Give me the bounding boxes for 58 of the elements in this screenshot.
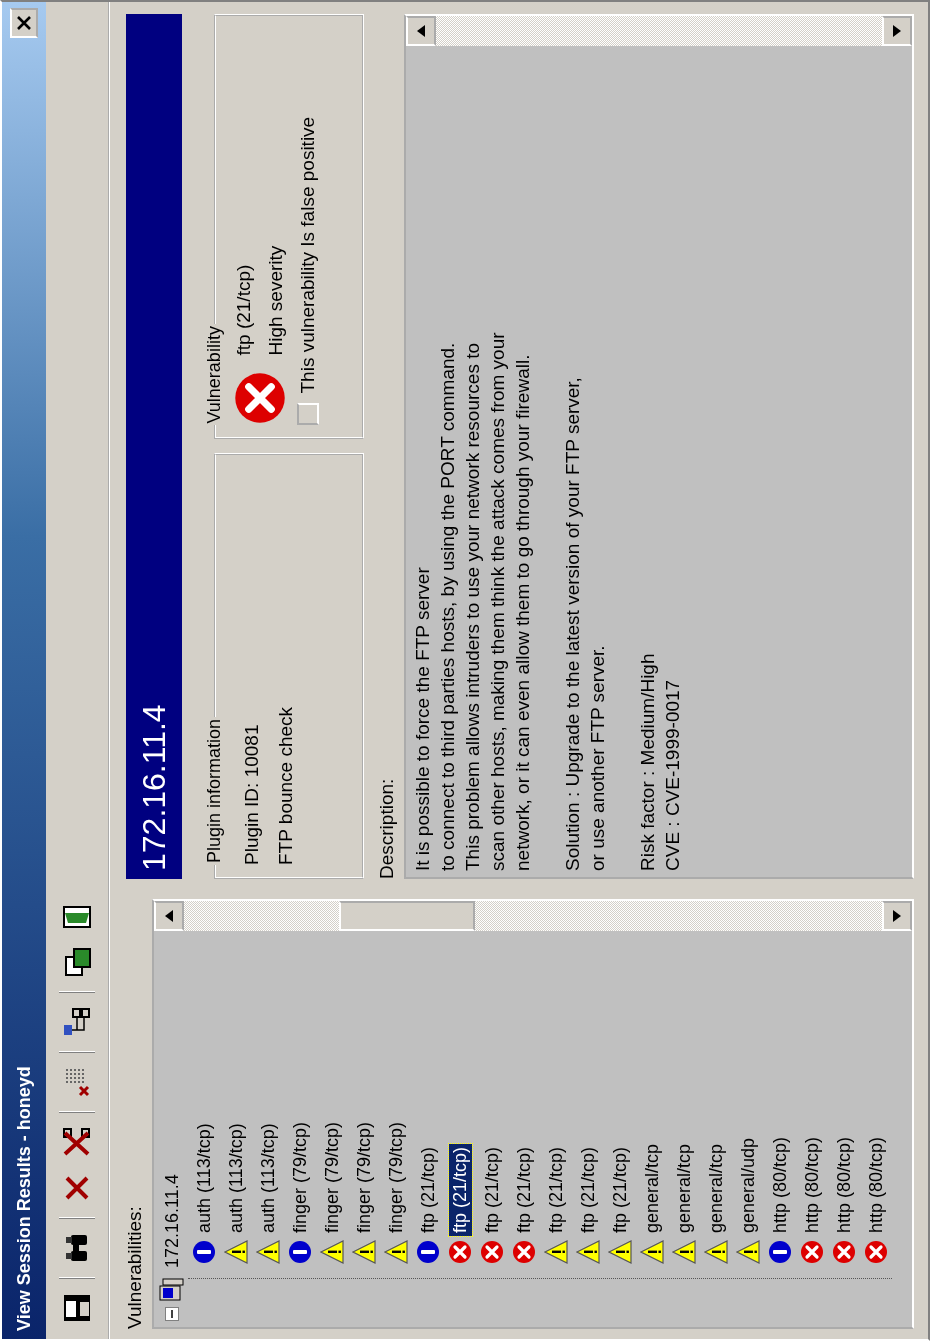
scroll-thumb[interactable] [339, 901, 475, 931]
network-icon [62, 1007, 92, 1037]
vulnerabilities-label: Vulnerabilities: [123, 1206, 146, 1329]
close-button[interactable] [10, 8, 38, 38]
tree-item[interactable]: ftp (21/tcp) [480, 1143, 504, 1236]
host-address: 172.16.11.4 [135, 704, 173, 871]
scroll-up-button[interactable] [155, 901, 184, 931]
tree-item[interactable]: auth (113/tcp) [192, 1120, 216, 1236]
tree-item[interactable]: http (80/tcp) [864, 1133, 888, 1236]
cross-icon [64, 1175, 90, 1201]
tree-item[interactable]: ftp (21/tcp) [544, 1143, 568, 1236]
scrollbar[interactable] [155, 901, 911, 931]
computer-icon [159, 1277, 185, 1301]
up-arrow-icon [417, 25, 425, 37]
tree-item[interactable]: general/tcp [672, 1140, 696, 1236]
tree-item[interactable]: finger (79/tcp) [384, 1118, 408, 1236]
floppy-icon [63, 1294, 91, 1322]
tree-item[interactable]: ftp (21/tcp) [608, 1143, 632, 1236]
scrollbar[interactable] [406, 17, 912, 46]
vulnerability-port: ftp (21/tcp) [233, 263, 255, 356]
plugin-name: FTP bounce check [275, 706, 297, 865]
down-arrow-icon [893, 25, 901, 37]
description-paragraph: It is possible to force the FTP server to connect to third parties hosts, by using the PORT command. This problem allows intruders to use your network resources to scan other hosts, making them think the attack comes from your network, or it can even allow them to go through your firewall. [411, 332, 534, 871]
scroll-up-button[interactable] [406, 17, 436, 46]
false-positive-label: This vulnerability Is false positive [297, 116, 319, 394]
tree-item[interactable]: ftp (21/tcp) [576, 1143, 600, 1236]
scroll-down-button[interactable] [882, 17, 912, 46]
tree-item[interactable]: general/udp [736, 1134, 760, 1236]
tree-item[interactable]: ftp (21/tcp) [512, 1143, 536, 1236]
severity-label: High severity [265, 245, 287, 356]
group-legend: Plugin information [204, 716, 225, 865]
scroll-down-button[interactable] [882, 901, 911, 931]
tree-item[interactable]: http (80/tcp) [768, 1133, 792, 1236]
plugin-id: Plugin ID: 10081 [241, 724, 263, 865]
binoculars-icon [65, 1233, 89, 1263]
tree-item[interactable]: general/tcp [640, 1140, 664, 1236]
window-title: View Session Results - honeyd [13, 1066, 35, 1331]
up-arrow-icon [165, 910, 173, 922]
host-item[interactable]: 172.16.11.4 [160, 1171, 184, 1271]
false-positive-checkbox[interactable] [297, 403, 319, 426]
tree-item[interactable]: ftp (21/tcp) [416, 1143, 440, 1236]
collapse-icon[interactable] [165, 1307, 179, 1321]
tree-item[interactable]: http (80/tcp) [800, 1133, 824, 1236]
tree-item[interactable]: finger (79/tcp) [288, 1118, 312, 1236]
network-cross-icon [62, 1127, 92, 1157]
close-icon [16, 15, 32, 31]
tree-item[interactable]: auth (113/tcp) [256, 1120, 280, 1236]
tree-item[interactable]: finger (79/tcp) [320, 1118, 344, 1236]
description-label: Description: [375, 778, 398, 879]
description-paragraph: Risk factor : Medium/High CVE : CVE-1999-0017 [636, 653, 684, 871]
tree-item[interactable]: general/tcp [704, 1140, 728, 1236]
group-legend: Vulnerability [204, 324, 225, 426]
tree-item[interactable]: http (80/tcp) [832, 1133, 856, 1236]
down-arrow-icon [893, 910, 901, 922]
tree-item[interactable]: auth (113/tcp) [224, 1120, 248, 1236]
description-paragraph: Solution : Upgrade to the latest version of your FTP server, or use another FTP server. [561, 377, 609, 871]
tree-item[interactable]: finger (79/tcp) [352, 1118, 376, 1236]
tree-item[interactable]: ftp (21/tcp) [448, 1143, 472, 1236]
